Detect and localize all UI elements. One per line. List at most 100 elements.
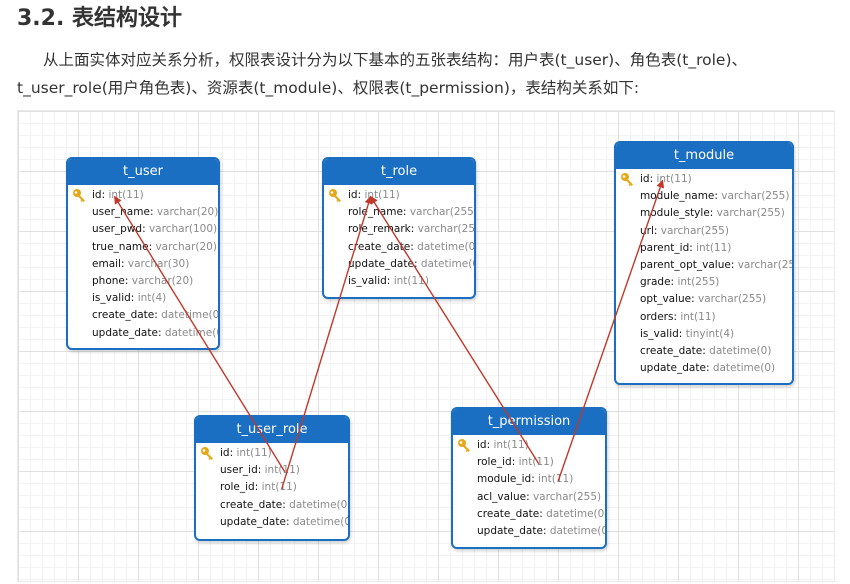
field-row-is-valid[interactable]: is_valid: int(11)	[324, 273, 474, 290]
field-row-role-name[interactable]: role_name: varchar(255)	[324, 204, 474, 221]
field-row-parent-id[interactable]: parent_id: int(11)	[616, 240, 792, 257]
field-type: datetime(0)	[164, 326, 218, 339]
field-row-id[interactable]: id: int(11)	[68, 187, 218, 204]
field-name: email	[92, 257, 121, 270]
field-separator: :	[142, 223, 149, 236]
field-type: int(4)	[137, 292, 167, 305]
field-type: int(11)	[236, 447, 272, 459]
field-separator: :	[120, 257, 128, 270]
field-separator: :	[526, 490, 533, 503]
table-fields: id: int(11) user_id: int(11) role_id: int(…	[196, 443, 348, 531]
field-separator: :	[124, 274, 132, 287]
field-name: create_date	[220, 498, 283, 511]
field-type: varchar(255)	[532, 490, 602, 503]
field-row-create-date[interactable]: create_date: datetime(0)	[616, 343, 792, 360]
field-row-module-name[interactable]: module_name: varchar(255)	[616, 188, 792, 205]
field-row-update-date[interactable]: update_date: datetime(0)	[616, 360, 792, 377]
field-name: create_date	[477, 507, 540, 520]
field-name: id	[92, 189, 102, 201]
field-name: role_id	[477, 456, 512, 469]
table-fields: id: int(11) user_name: varchar(20) user_pw…	[68, 185, 218, 342]
field-type: int(11)	[393, 274, 429, 287]
field-row-create-date[interactable]: create_date: datetime(0)	[453, 506, 605, 523]
field-row-create-date[interactable]: create_date: datetime(0)	[196, 497, 348, 514]
field-type: int(11)	[656, 173, 692, 185]
field-type: int(11)	[680, 310, 716, 323]
field-row-update-date[interactable]: update_date: datetime(0)	[324, 256, 474, 273]
field-type: int(255)	[677, 276, 720, 289]
field-row-url[interactable]: url: varchar(255)	[616, 223, 792, 240]
table-header: t_role	[324, 159, 474, 185]
field-row-id[interactable]: id: int(11)	[196, 445, 348, 462]
table-fields: id: int(11) role_id: int(11) module_id: in…	[453, 435, 605, 540]
field-type: int(11)	[538, 473, 574, 486]
field-name: is_valid	[348, 274, 387, 287]
field-type: datetime(0)	[417, 240, 476, 253]
field-type: int(11)	[261, 481, 297, 494]
field-row-module-style[interactable]: module_style: varchar(255)	[616, 205, 792, 222]
field-separator: :	[730, 258, 738, 271]
field-row-role-id[interactable]: role_id: int(11)	[453, 454, 605, 471]
field-row-grade[interactable]: grade: int(255)	[616, 274, 792, 291]
field-row-id[interactable]: id: int(11)	[616, 171, 792, 188]
field-row-create-date[interactable]: create_date: datetime(0)	[68, 307, 218, 324]
field-row-email[interactable]: email: varchar(30)	[68, 256, 218, 273]
field-row-is-valid[interactable]: is_valid: int(4)	[68, 290, 218, 307]
field-type: int(11)	[364, 189, 400, 201]
field-row-parent-opt-value[interactable]: parent_opt_value: varchar(255)	[616, 257, 792, 274]
field-name: orders	[640, 310, 674, 323]
er-diagram-canvas: t_user id: int(11) user_name: varchar(20)…	[17, 110, 835, 582]
field-name: update_date	[348, 257, 414, 270]
field-row-update-date[interactable]: update_date: datetime(0)	[453, 523, 605, 540]
field-separator: :	[254, 481, 262, 494]
table-t-permission[interactable]: t_permission id: int(11) role_id: int(11)…	[451, 407, 607, 549]
field-name: update_date	[640, 362, 706, 375]
table-t-user[interactable]: t_user id: int(11) user_name: varchar(20)…	[66, 157, 220, 350]
field-separator: :	[678, 327, 686, 340]
field-row-true-name[interactable]: true_name: varchar(20)	[68, 239, 218, 256]
field-name: module_id	[477, 473, 532, 486]
field-separator: :	[691, 293, 699, 306]
field-row-user-name[interactable]: user_name: varchar(20)	[68, 204, 218, 221]
field-type: datetime(0)	[709, 344, 772, 357]
field-row-id[interactable]: id: int(11)	[453, 437, 605, 454]
field-name: role_remark	[348, 223, 411, 236]
field-row-acl-value[interactable]: acl_value: varchar(255)	[453, 489, 605, 506]
field-separator: :	[410, 223, 418, 236]
table-t-module[interactable]: t_module id: int(11) module_name: varchar…	[614, 141, 794, 385]
field-row-update-date[interactable]: update_date: datetime(0)	[196, 514, 348, 531]
field-type: datetime(0)	[161, 309, 220, 322]
field-type: datetime(0)	[546, 507, 607, 520]
field-separator: :	[413, 257, 421, 270]
field-type: varchar(255)	[409, 206, 476, 219]
field-row-role-id[interactable]: role_id: int(11)	[196, 479, 348, 496]
field-name: update_date	[477, 524, 543, 537]
field-separator: :	[130, 292, 138, 305]
field-type: varchar(255)	[417, 223, 476, 236]
table-header: t_permission	[453, 409, 605, 435]
field-separator: :	[653, 224, 661, 237]
field-name: id	[220, 447, 230, 459]
field-row-is-valid[interactable]: is_valid: tinyint(4)	[616, 326, 792, 343]
field-row-user-id[interactable]: user_id: int(11)	[196, 462, 348, 479]
field-row-opt-value[interactable]: opt_value: varchar(255)	[616, 291, 792, 308]
primary-key-icon	[458, 439, 470, 452]
field-row-id[interactable]: id: int(11)	[324, 187, 474, 204]
field-type: datetime(0)	[292, 515, 350, 528]
field-type: datetime(0)	[712, 362, 776, 375]
field-type: datetime(0)	[420, 257, 474, 270]
field-name: role_id	[220, 481, 255, 494]
table-t-role[interactable]: t_role id: int(11) role_name: varchar(255…	[322, 157, 476, 299]
field-row-phone[interactable]: phone: varchar(20)	[68, 273, 218, 290]
field-separator: :	[257, 464, 265, 477]
field-row-orders[interactable]: orders: int(11)	[616, 309, 792, 326]
field-name: role_name	[348, 206, 403, 219]
field-separator: :	[511, 456, 519, 469]
field-row-update-date[interactable]: update_date: datetime(0)	[68, 325, 218, 342]
table-t-user-role[interactable]: t_user_role id: int(11) user_id: int(11) r…	[194, 415, 350, 541]
field-row-role-remark[interactable]: role_remark: varchar(255)	[324, 221, 474, 238]
field-separator: :	[149, 206, 157, 219]
field-row-user-pwd[interactable]: user_pwd: varchar(100)	[68, 221, 218, 238]
field-row-module-id[interactable]: module_id: int(11)	[453, 471, 605, 488]
field-row-create-date[interactable]: create_date: datetime(0)	[324, 239, 474, 256]
